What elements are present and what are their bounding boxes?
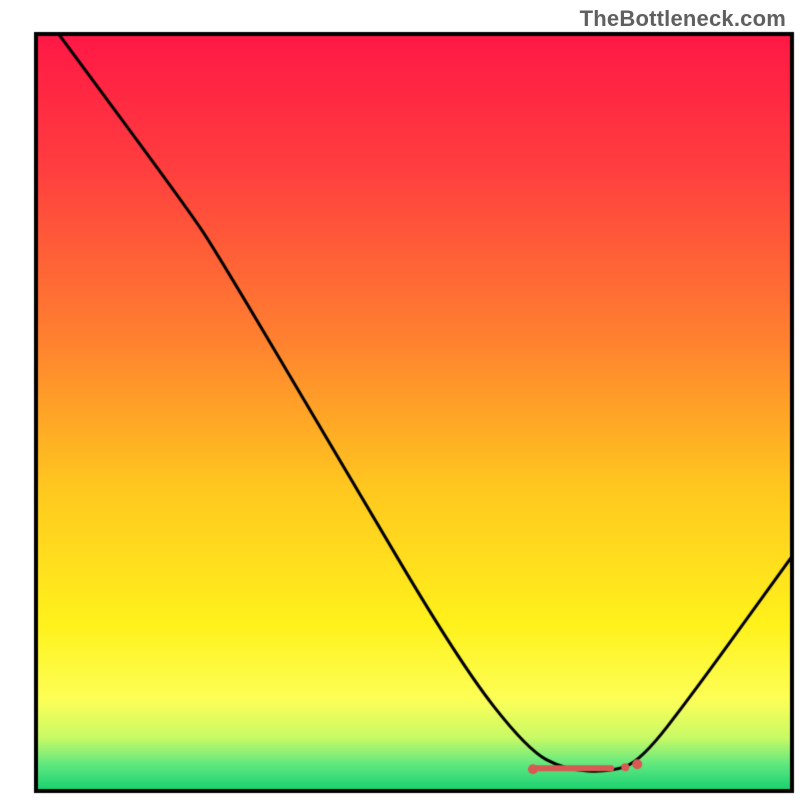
chart-area — [0, 0, 800, 805]
watermark-label: TheBottleneck.com — [580, 6, 786, 32]
chart-canvas — [0, 0, 800, 800]
